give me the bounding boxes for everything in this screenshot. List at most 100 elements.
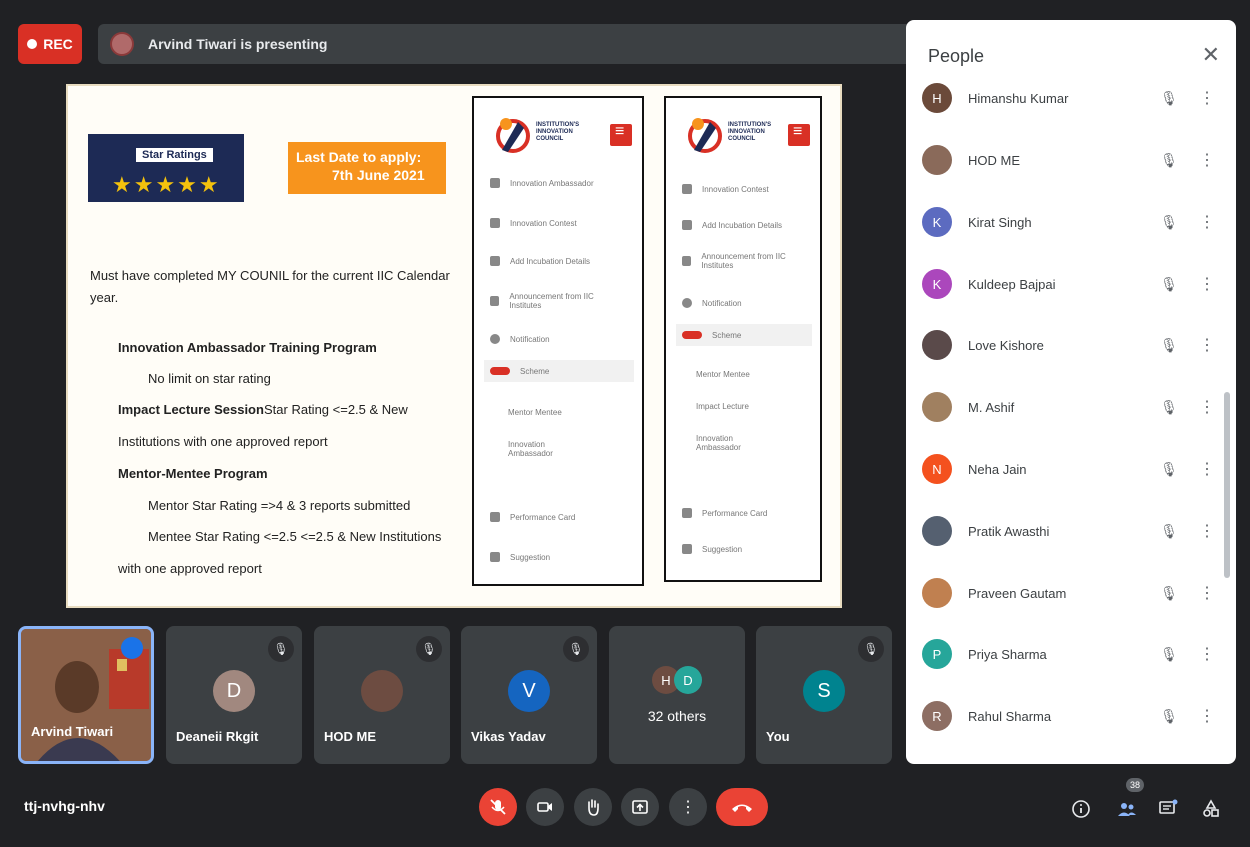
participant-row[interactable]: Love Kishore 🎙 ⋮ <box>922 323 1222 367</box>
shared-screen-slide: Star Ratings ★★★★★ Last Date to apply: 7… <box>66 84 842 608</box>
iic-logo-text: INSTITUTION'S INNOVATION COUNCIL <box>536 122 580 142</box>
mic-off-icon[interactable]: 🎙 <box>1154 90 1184 107</box>
activities-button[interactable] <box>1198 796 1224 822</box>
avatar <box>922 145 952 175</box>
participant-tile[interactable]: 🎙 V Vikas Yadav <box>461 626 597 764</box>
app-menu-screenshot: INSTITUTION'S INNOVATION COUNCIL Innovat… <box>472 96 644 586</box>
app-menu-screenshot: INSTITUTION'S INNOVATION COUNCIL Innovat… <box>664 96 822 582</box>
list-icon <box>490 552 500 562</box>
participant-row[interactable]: Pratik Awasthi 🎙 ⋮ <box>922 509 1222 553</box>
more-options-icon[interactable]: ⋮ <box>1192 521 1222 541</box>
avatar <box>922 578 952 608</box>
mic-toggle-button[interactable] <box>479 788 517 826</box>
close-icon[interactable]: ✕ <box>1202 42 1220 68</box>
mic-off-icon[interactable]: 🎙 <box>1154 646 1184 663</box>
panel-title: People <box>928 46 985 66</box>
participant-row[interactable]: K Kirat Singh 🎙 ⋮ <box>922 200 1222 244</box>
iic-logo-icon <box>688 118 722 153</box>
mic-off-icon[interactable]: 🎙 <box>1154 337 1184 354</box>
participant-row[interactable]: R Rahul Sharma 🎙 ⋮ <box>922 694 1222 738</box>
participant-tile[interactable]: 🎙 HOD ME <box>314 626 450 764</box>
star-ratings-title: Star Ratings <box>136 148 213 162</box>
submenu-item: Mentor Mentee <box>508 408 562 417</box>
mic-off-icon[interactable]: 🎙 <box>1154 152 1184 169</box>
leave-call-button[interactable] <box>716 788 768 826</box>
more-options-icon[interactable]: ⋮ <box>1192 150 1222 170</box>
participant-name: Love Kishore <box>968 337 1044 353</box>
participant-row[interactable]: HOD ME 🎙 ⋮ <box>922 138 1222 182</box>
more-options-icon[interactable]: ⋮ <box>1192 335 1222 355</box>
mic-off-icon[interactable]: 🎙 <box>1154 214 1184 231</box>
menu-item: Innovation Contest <box>490 218 577 228</box>
menu-item: Add Incubation Details <box>682 220 782 230</box>
hamburger-menu-icon <box>788 123 810 146</box>
mic-off-icon[interactable]: 🎙 <box>1154 523 1184 540</box>
participant-tile[interactable]: 🎙 D Deaneii Rkgit <box>166 626 302 764</box>
chat-icon <box>1159 799 1178 814</box>
menu-item-active: Scheme <box>676 324 812 346</box>
menu-item: Add Incubation Details <box>490 256 590 266</box>
camera-toggle-button[interactable] <box>526 788 564 826</box>
present-screen-button[interactable] <box>621 788 659 826</box>
recording-button[interactable]: REC <box>18 24 82 64</box>
participant-name: Pratik Awasthi <box>968 523 1050 539</box>
menu-item: Performance Card <box>682 508 767 518</box>
list-icon <box>682 184 692 194</box>
hamburger-menu-icon <box>610 123 632 146</box>
more-options-icon[interactable]: ⋮ <box>1192 212 1222 232</box>
people-panel: People ✕ H Himanshu Kumar 🎙 ⋮ HOD ME 🎙 ⋮… <box>906 20 1236 764</box>
mic-off-icon[interactable]: 🎙 <box>1154 461 1184 478</box>
avatar: K <box>922 269 952 299</box>
more-options-icon[interactable]: ⋮ <box>1192 88 1222 108</box>
participant-name: Arvind Tiwari <box>31 724 114 739</box>
participant-row[interactable]: P Priya Sharma 🎙 ⋮ <box>922 632 1222 676</box>
more-options-icon[interactable]: ⋮ <box>1192 397 1222 417</box>
meeting-details-button[interactable] <box>1068 796 1094 822</box>
raise-hand-button[interactable] <box>574 788 612 826</box>
participant-row[interactable]: M. Ashif 🎙 ⋮ <box>922 385 1222 429</box>
avatar: R <box>922 701 952 731</box>
more-options-icon[interactable]: ⋮ <box>1192 583 1222 603</box>
slide-text-line: Must have completed MY COUNIL for the cu… <box>90 268 450 283</box>
avatar <box>922 392 952 422</box>
participant-row[interactable]: Praveen Gautam 🎙 ⋮ <box>922 571 1222 615</box>
participant-tile-self[interactable]: 🎙 S You <box>756 626 892 764</box>
others-avatars: H D <box>652 666 702 694</box>
menu-item: Innovation Contest <box>682 184 769 194</box>
more-options-icon[interactable]: ⋮ <box>1192 644 1222 664</box>
participant-row[interactable]: N Neha Jain 🎙 ⋮ <box>922 447 1222 491</box>
menu-item-active: Scheme <box>484 360 634 382</box>
mic-off-icon[interactable]: 🎙 <box>1154 399 1184 416</box>
participant-name: HOD ME <box>968 152 1020 168</box>
info-icon <box>490 334 500 344</box>
star-rating-icons: ★★★★★ <box>112 172 221 197</box>
mic-off-icon: 🎙 <box>268 636 294 662</box>
people-button[interactable] <box>1114 796 1140 822</box>
participant-row[interactable]: H Himanshu Kumar 🎙 ⋮ <box>922 76 1222 120</box>
more-options-icon[interactable]: ⋮ <box>1192 274 1222 294</box>
mic-off-icon[interactable]: 🎙 <box>1154 585 1184 602</box>
more-options-button[interactable]: ⋮ <box>669 788 707 826</box>
avatar: H <box>922 83 952 113</box>
more-options-icon[interactable]: ⋮ <box>1192 706 1222 726</box>
mic-off-icon[interactable]: 🎙 <box>1154 276 1184 293</box>
more-options-icon[interactable]: ⋮ <box>1192 459 1222 479</box>
participant-count-badge: 38 <box>1126 778 1144 792</box>
mic-off-icon[interactable]: 🎙 <box>1154 708 1184 725</box>
panel-scrollbar[interactable] <box>1224 392 1230 578</box>
mic-off-icon: 🎙 <box>563 636 589 662</box>
others-tile[interactable]: H D 32 others <box>609 626 745 764</box>
avatar: D <box>674 666 702 694</box>
menu-item: Innovation Ambassador <box>490 178 594 188</box>
presenter-video-tile[interactable]: Arvind Tiwari <box>18 626 154 764</box>
submenu-item: Innovation Ambassador <box>696 434 741 452</box>
hang-up-icon <box>732 804 752 812</box>
participant-name: Kirat Singh <box>968 214 1032 230</box>
slide-text-line: year. <box>90 290 119 305</box>
participant-row[interactable]: K Kuldeep Bajpai 🎙 ⋮ <box>922 262 1222 306</box>
mic-off-icon <box>490 799 506 815</box>
avatar: N <box>922 454 952 484</box>
participant-name: HOD ME <box>324 729 376 744</box>
chat-button[interactable] <box>1155 796 1181 822</box>
participant-name: Vikas Yadav <box>471 729 546 744</box>
